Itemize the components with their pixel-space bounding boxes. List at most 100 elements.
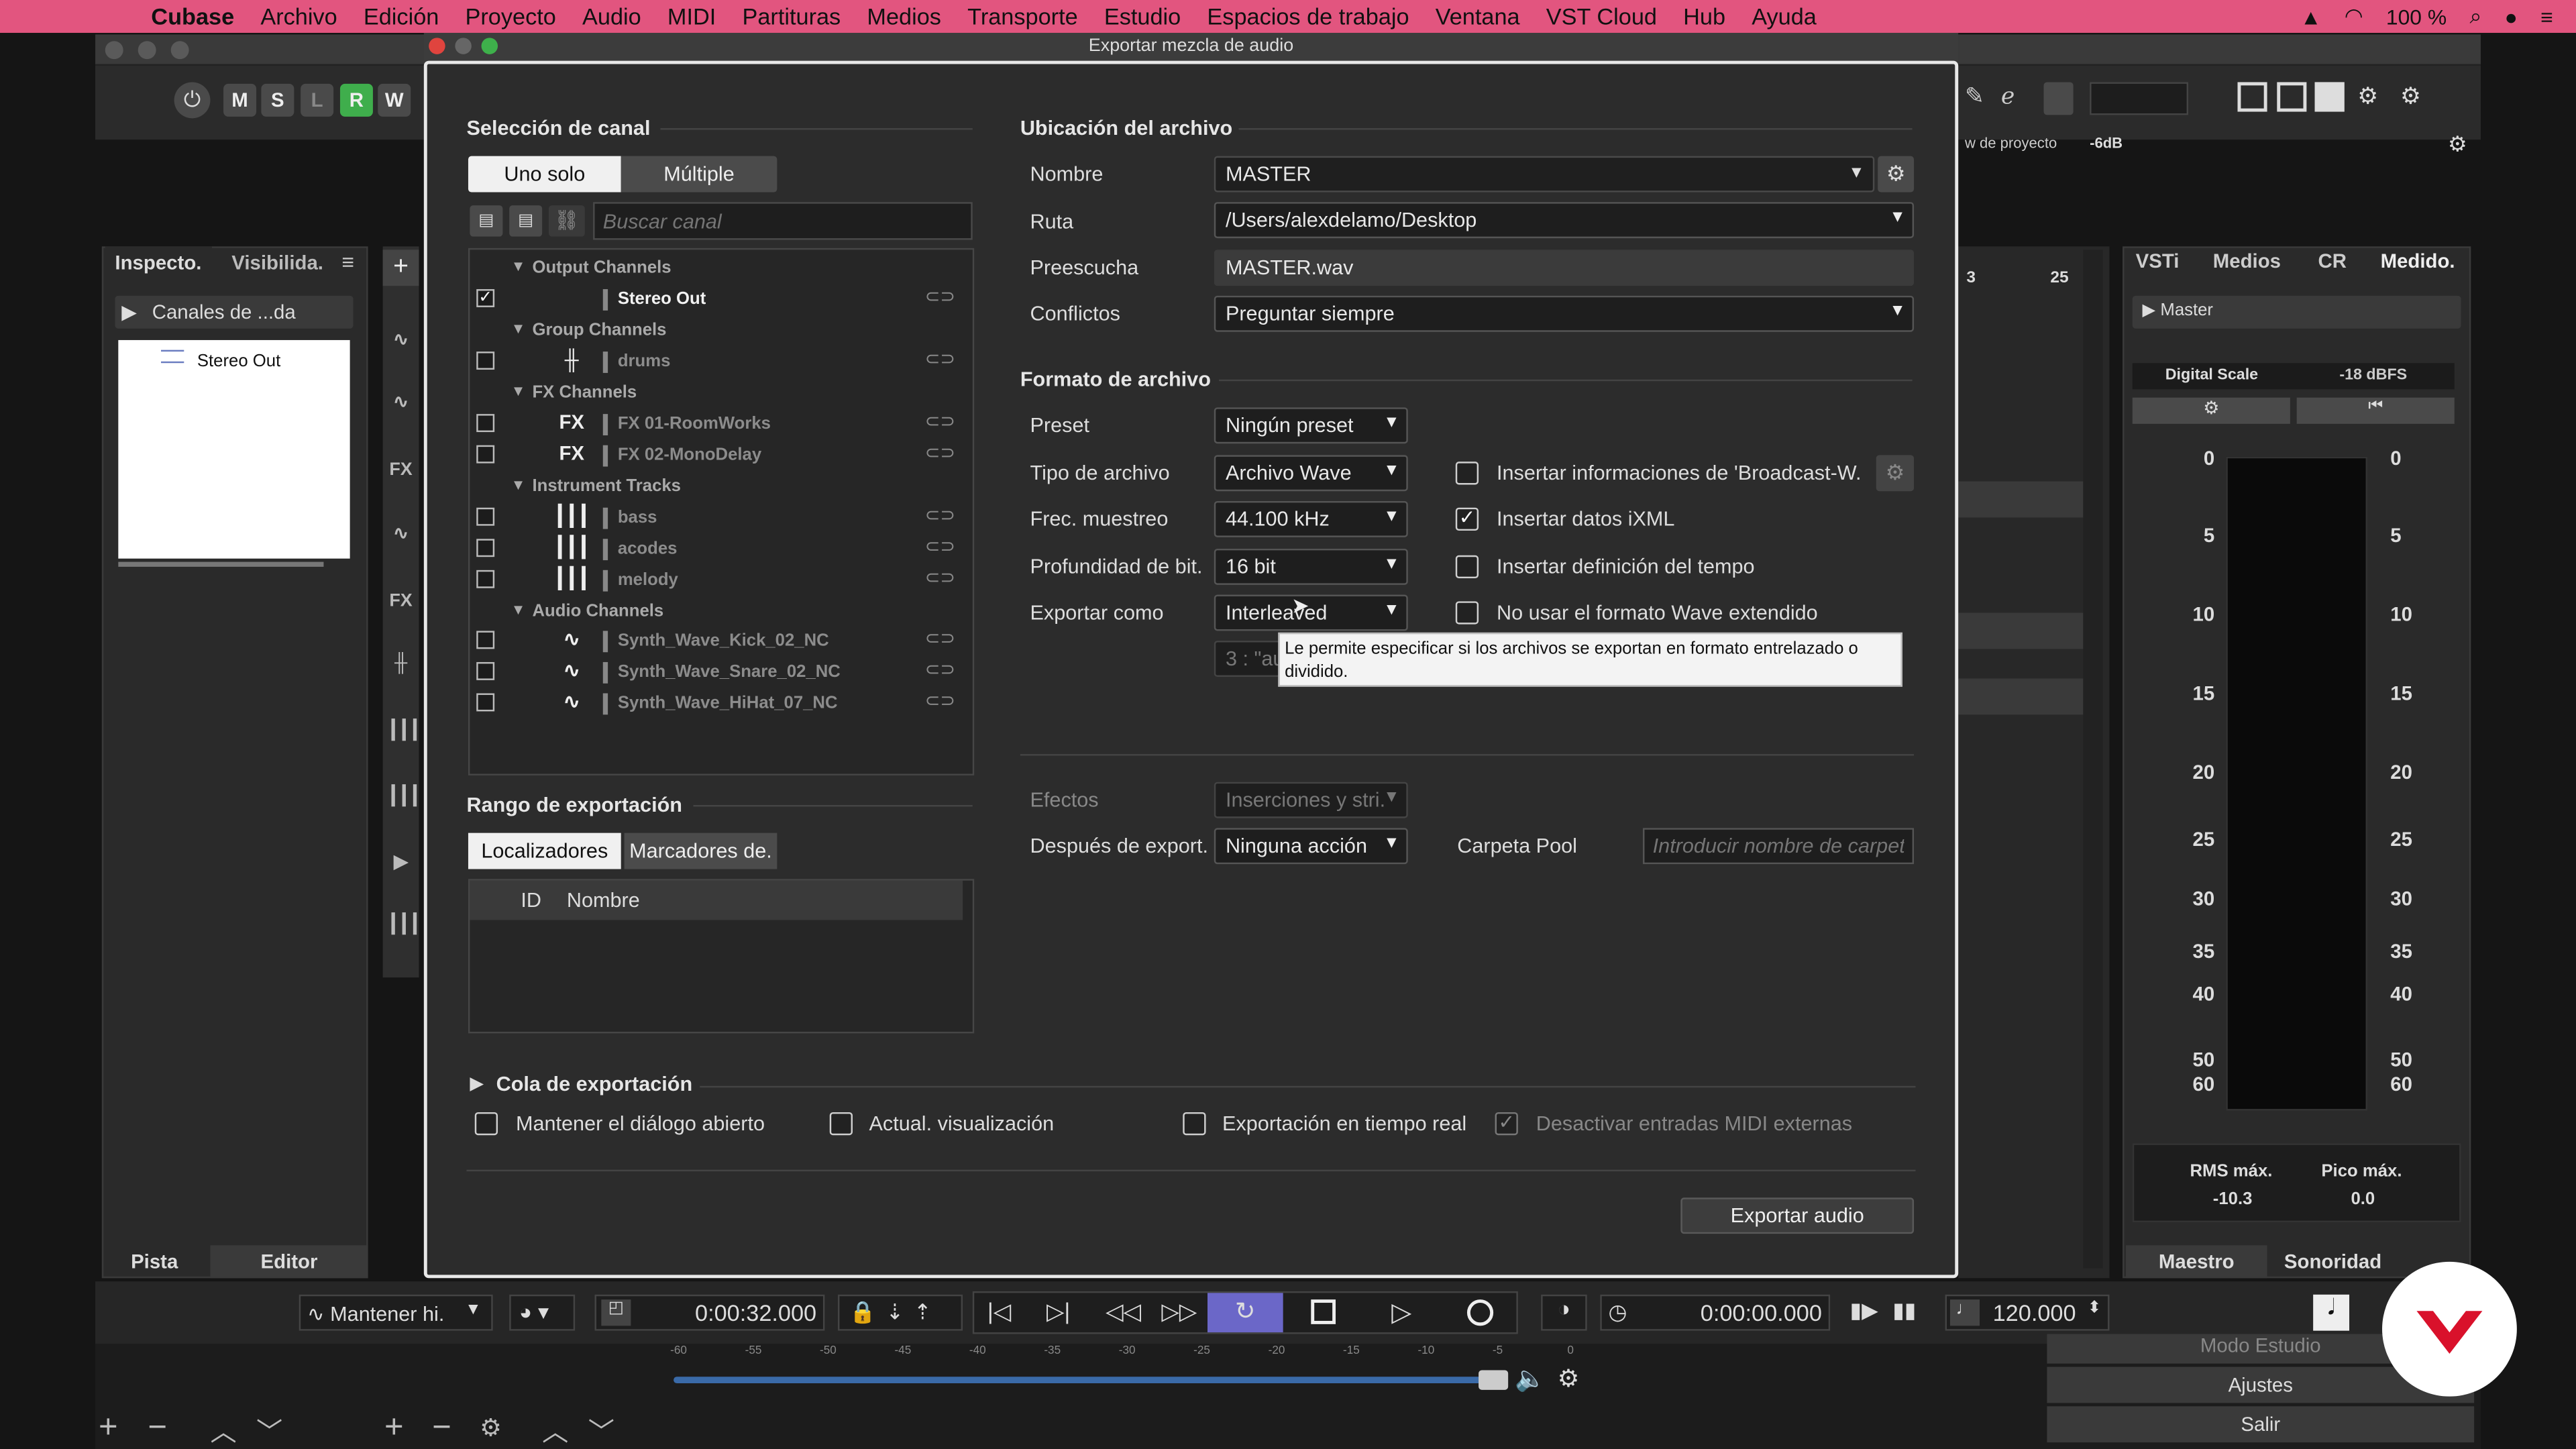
volume-slider[interactable] <box>674 1377 1505 1384</box>
go-to-end-icon[interactable]: ▷| <box>1046 1298 1070 1326</box>
inspector-folder[interactable]: ▶ Canales de ...da <box>115 295 354 329</box>
solo-button[interactable]: S <box>261 83 294 117</box>
tree-group[interactable]: Output Channels <box>532 258 671 277</box>
meter-settings-button[interactable]: ⚙ <box>2132 397 2290 424</box>
tree-group[interactable]: FX Channels <box>532 383 637 402</box>
tree-group[interactable]: Audio Channels <box>532 601 663 621</box>
punch-icon[interactable]: ◑ <box>1541 1294 1587 1331</box>
tempo-display[interactable]: ♩ 120.000 ⬍ <box>1945 1294 2110 1331</box>
stop-icon[interactable] <box>1311 1299 1336 1324</box>
pool-folder-input[interactable] <box>1642 828 1915 865</box>
menu-ayuda[interactable]: Ayuda <box>1739 3 1830 30</box>
menu-ventana[interactable]: Ventana <box>1422 3 1533 30</box>
tree-group[interactable]: Group Channels <box>532 321 666 340</box>
after-export-dropdown[interactable]: Ninguna acción ▼ <box>1214 828 1408 865</box>
tab-pista[interactable]: Pista <box>105 1245 204 1278</box>
no-extended-wave-checkbox[interactable] <box>1455 601 1479 625</box>
tab-visibility[interactable]: Visibilida. <box>222 246 333 279</box>
name-field[interactable]: MASTER <box>1214 156 1875 193</box>
column-nombre[interactable]: Nombre <box>567 889 640 912</box>
chevron-down-icon[interactable]: ﹀ <box>256 1409 282 1449</box>
tab-inspector[interactable]: Inspecto. <box>105 246 212 280</box>
remove-icon[interactable]: − <box>432 1409 451 1447</box>
lower-zone-toggle-icon[interactable] <box>2277 82 2307 112</box>
remove-icon[interactable]: − <box>148 1409 167 1447</box>
tree-group[interactable]: Instrument Tracks <box>532 476 681 496</box>
channel-name[interactable]: FX 02-MonoDelay <box>618 445 761 465</box>
settings-icon[interactable]: ⚙ <box>1558 1364 1580 1393</box>
window-minimize-icon[interactable] <box>138 41 156 60</box>
tab-medido[interactable]: Medido. <box>2370 250 2465 273</box>
chevron-down-icon[interactable]: ﹀ <box>588 1409 614 1449</box>
ixml-checkbox[interactable]: ✓ <box>1455 507 1479 531</box>
menu-partituras[interactable]: Partituras <box>729 3 854 30</box>
activate-project-icon[interactable]: ⏻ <box>174 82 211 119</box>
channel-checkbox[interactable] <box>476 507 495 526</box>
window-close-icon[interactable] <box>105 41 123 60</box>
mixer-channel-selector[interactable]: ▶ Master <box>2132 295 2461 329</box>
preset-dropdown[interactable]: Ningún preset ▼ <box>1214 407 1408 444</box>
chevron-down-icon[interactable]: ▼ <box>1841 158 1871 191</box>
collapse-triangle-icon[interactable]: ▼ <box>511 476 526 492</box>
tab-editor[interactable]: Editor <box>210 1245 368 1279</box>
channel-checkbox[interactable] <box>476 631 495 649</box>
go-to-start-icon[interactable]: |◁ <box>987 1298 1011 1326</box>
collapse-triangle-icon[interactable]: ▼ <box>511 383 526 399</box>
tab-marcadores[interactable]: Marcadores de. <box>624 833 777 869</box>
channel-checkbox[interactable]: ✓ <box>476 289 495 307</box>
collapse-all-icon[interactable]: ▤ <box>509 205 543 237</box>
record-icon[interactable] <box>1466 1299 1494 1326</box>
expand-all-icon[interactable]: ▤ <box>470 205 503 237</box>
right-zone-toggle-icon[interactable] <box>2314 82 2345 112</box>
tab-vsti[interactable]: VSTi <box>2136 250 2180 272</box>
channel-name[interactable]: melody <box>618 570 678 590</box>
toolbar-settings-icon[interactable]: ⚙ <box>2400 82 2421 110</box>
secondary-time-display[interactable]: ◷ 0:00:00.000 <box>1600 1294 1831 1331</box>
hub-item-salir[interactable]: Salir <box>2047 1406 2475 1443</box>
channel-checkbox[interactable] <box>476 661 495 680</box>
siri-icon[interactable]: ● <box>2505 4 2518 29</box>
notification-center-icon[interactable]: ≡ <box>2540 4 2553 29</box>
channel-name[interactable]: acodes <box>618 539 678 558</box>
inspector-menu-icon[interactable]: ≡ <box>341 250 354 274</box>
rewind-icon[interactable]: ◁◁ <box>1106 1298 1141 1326</box>
listen-button[interactable]: L <box>301 83 334 117</box>
layout-icon[interactable] <box>2043 82 2074 115</box>
tab-uno-solo[interactable]: Uno solo <box>468 156 621 193</box>
draw-tool-icon[interactable]: ✎ <box>1965 82 2001 115</box>
menu-archivo[interactable]: Archivo <box>248 3 351 30</box>
vertical-scrollbar[interactable] <box>2083 250 2103 1269</box>
tab-medios[interactable]: Medios <box>2213 250 2281 272</box>
wifi-icon[interactable]: ◠ <box>2345 3 2363 30</box>
locator-tools[interactable]: 🔒⇣⇡ <box>837 1294 963 1331</box>
menu-vst-cloud[interactable]: VST Cloud <box>1533 3 1670 30</box>
left-zone-toggle-icon[interactable] <box>2237 82 2267 112</box>
channel-name[interactable]: Synth_Wave_Kick_02_NC <box>618 631 829 650</box>
name-settings-icon[interactable]: ⚙ <box>1878 156 1915 193</box>
channel-name[interactable]: FX 01-RoomWorks <box>618 414 771 433</box>
battery-text[interactable]: 100 % <box>2386 4 2447 29</box>
channel-checkbox[interactable] <box>476 445 495 464</box>
collapse-triangle-icon[interactable]: ▼ <box>511 321 526 337</box>
gear-icon[interactable]: ⚙ <box>480 1413 502 1443</box>
column-id[interactable]: ID <box>521 889 541 912</box>
tab-cr[interactable]: CR <box>2318 250 2347 272</box>
search-icon[interactable]: ⌕ <box>2469 3 2481 30</box>
erase-tool-icon[interactable]: ℯ <box>2001 82 2031 115</box>
broadcast-checkbox[interactable] <box>1455 462 1479 485</box>
forward-icon[interactable]: ▷▷ <box>1161 1298 1197 1326</box>
mode-selector[interactable]: ∿ Mantener hi. ▼ <box>299 1294 493 1331</box>
menu-hub[interactable]: Hub <box>1670 3 1739 30</box>
menu-audio[interactable]: Audio <box>569 3 654 30</box>
channel-checkbox[interactable] <box>476 539 495 557</box>
menu-espacios[interactable]: Espacios de trabajo <box>1194 3 1422 30</box>
add-icon[interactable]: + <box>99 1409 118 1447</box>
export-audio-button[interactable]: Exportar audio <box>1680 1197 1915 1234</box>
export-queue-title[interactable]: Cola de exportación <box>496 1073 693 1095</box>
extension-icon[interactable]: ▲ <box>2300 4 2322 29</box>
expand-triangle-icon[interactable]: ▶ <box>470 1073 484 1094</box>
keep-dialog-checkbox[interactable] <box>474 1112 498 1136</box>
metronome-selector[interactable]: ◕ ▾ <box>509 1294 576 1331</box>
add-track-button[interactable]: + <box>382 250 419 286</box>
tempo-track-icon[interactable]: ▮▶ <box>1850 1298 1878 1324</box>
